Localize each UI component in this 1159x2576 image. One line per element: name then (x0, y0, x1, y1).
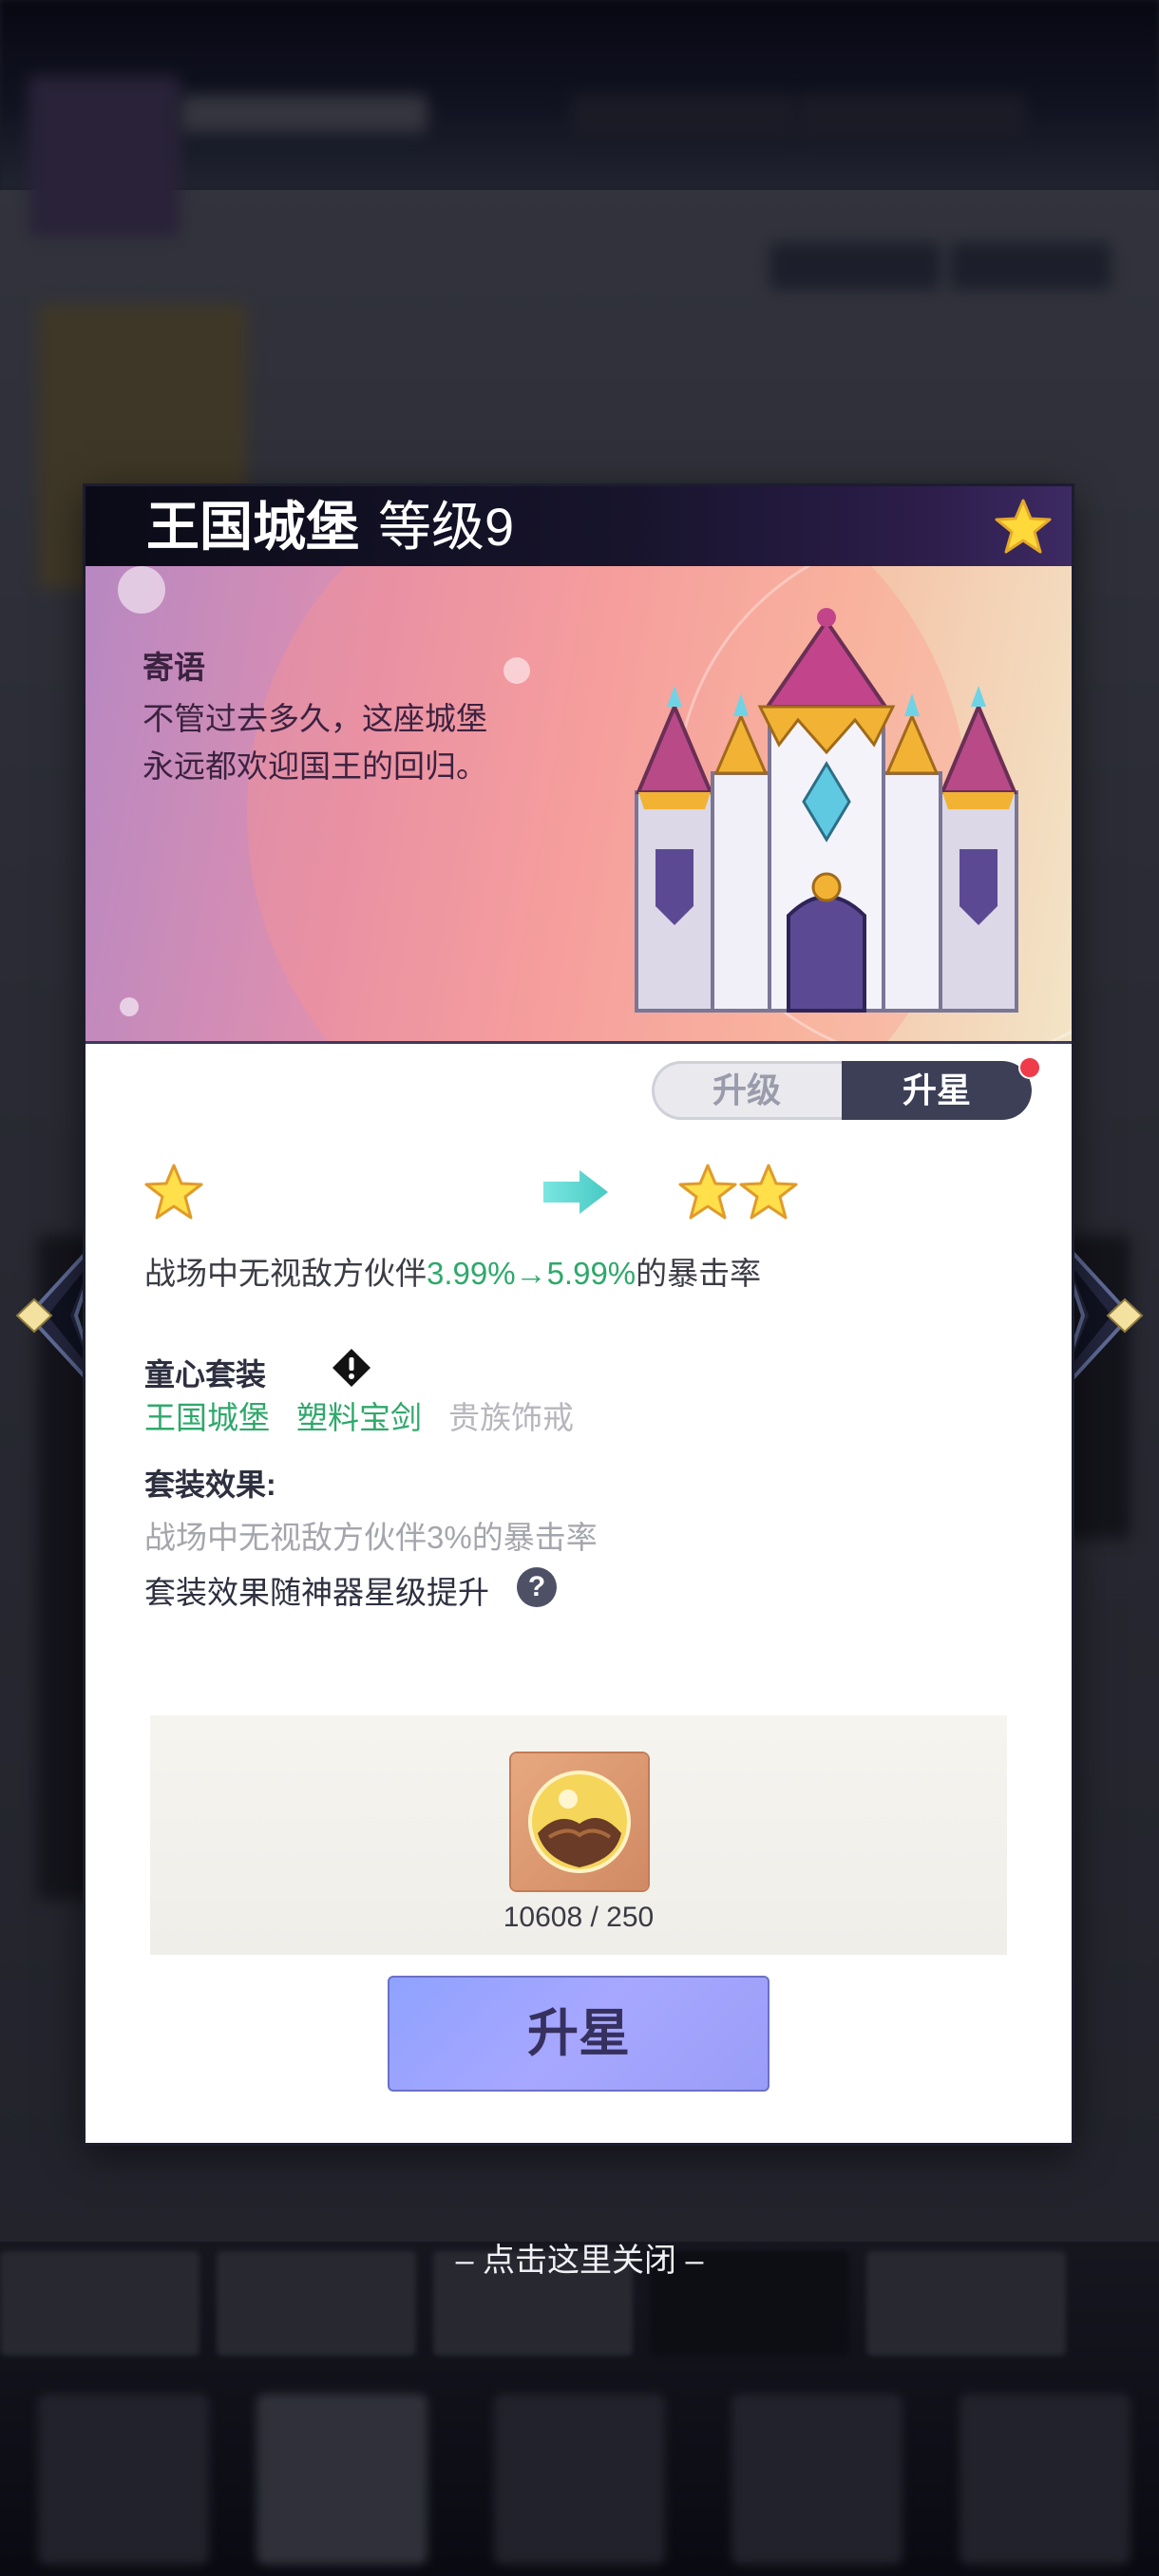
artifact-banner: 寄语 不管过去多久，这座城堡永远都欢迎国王的回归。 (86, 566, 1072, 1041)
tab-star-up[interactable]: 升星 (842, 1061, 1032, 1120)
effect-to-value: 5.99% (546, 1256, 636, 1291)
effect-from-value: 3.99% (427, 1256, 516, 1291)
set-items: 王国城堡 塑料宝剑 贵族饰戒 (144, 1392, 600, 1438)
close-hint[interactable]: – 点击这里关闭 – (0, 2234, 1159, 2281)
upgrade-arrow-icon (543, 1170, 608, 1214)
dialog-title: 王国城堡 等级9 (146, 494, 514, 560)
set-bonus-note: 套装效果随神器星级提升 (144, 1575, 489, 1610)
current-star-icon (144, 1164, 203, 1220)
material-item-slot[interactable] (511, 1753, 648, 1890)
alert-diamond-icon[interactable] (331, 1347, 372, 1389)
effect-arrow: → (515, 1256, 547, 1291)
next-stars-icon (678, 1164, 798, 1220)
effect-suffix: 的暴击率 (636, 1256, 762, 1291)
dialog-header: 王国城堡 等级9 (86, 486, 1072, 566)
artifact-name: 王国城堡 (146, 497, 359, 557)
help-icon[interactable]: ? (517, 1567, 557, 1607)
set-item-sword[interactable]: 塑料宝剑 (296, 1400, 422, 1435)
quote-box: 寄语 不管过去多久，这座城堡永远都欢迎国王的回归。 (142, 642, 504, 790)
set-bonus-title: 套装效果: (144, 1468, 276, 1502)
set-title: 童心套装 (144, 1357, 267, 1392)
material-quantity: 10608 / 250 (503, 1902, 655, 1933)
tab-upgrade[interactable]: 升级 (652, 1061, 842, 1120)
banner-bubble (120, 997, 139, 1016)
artifact-level: 等级9 (378, 497, 515, 557)
banner-bubble (504, 657, 530, 684)
golden-ore-icon (528, 1771, 631, 1873)
notification-dot (1018, 1056, 1041, 1079)
set-item-castle[interactable]: 王国城堡 (144, 1400, 270, 1435)
set-item-ring[interactable]: 贵族饰戒 (448, 1400, 574, 1435)
effect-prefix: 战场中无视敌方伙伴 (144, 1256, 427, 1291)
banner-divider (86, 1041, 1072, 1044)
quote-title: 寄语 (142, 650, 205, 685)
favorite-star-icon[interactable] (994, 498, 1053, 557)
star-up-button[interactable]: 升星 (388, 1976, 770, 2092)
castle-artifact-icon (635, 608, 1018, 1013)
quote-text: 不管过去多久，这座城堡永远都欢迎国王的回归。 (142, 701, 487, 784)
star-effect-line: 战场中无视敌方伙伴3.99%→5.99%的暴击率 (144, 1248, 761, 1294)
banner-bubble (118, 566, 165, 614)
tab-switch: 升级 升星 (652, 1061, 1032, 1120)
set-bonus-description: 战场中无视敌方伙伴3%的暴击率 (144, 1520, 598, 1555)
